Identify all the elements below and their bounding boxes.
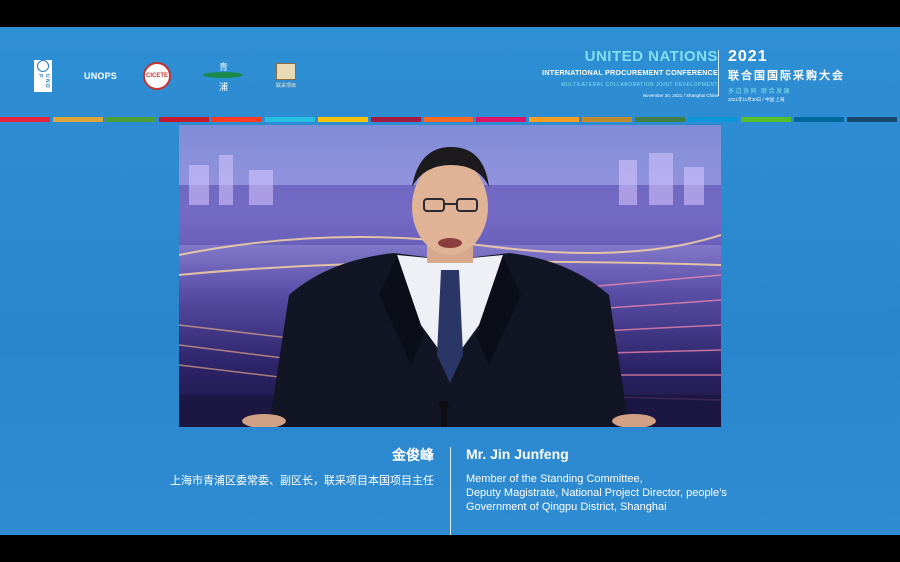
conference-title-zh: 2021 联合国国际采购大会 多边协同 联合发展 2021年11月30日 / 中… xyxy=(728,47,845,103)
conference-subtitle: INTERNATIONAL PROCUREMENT CONFERENCE xyxy=(542,68,718,77)
speaker-title-english: Member of the Standing Committee, Deputy… xyxy=(466,472,796,514)
speaker-title-line-2: Deputy Magistrate, National Project Dire… xyxy=(466,487,727,499)
caption-divider xyxy=(450,447,451,535)
conference-year: 2021 xyxy=(728,48,768,65)
conference-title-en: UNITED NATIONS INTERNATIONAL PROCUREMENT… xyxy=(542,47,718,98)
cicete-logo-text: CICETE xyxy=(146,73,169,79)
conference-date: November 30, 2021 / Shanghai China xyxy=(642,93,718,98)
unops-logo-text: UNOPS xyxy=(84,71,118,81)
video-scene xyxy=(179,147,721,427)
strip-segment xyxy=(0,117,50,122)
speaker-name-english: Mr. Jin Junfeng xyxy=(466,446,569,462)
seal-logo-text: 联采项目 xyxy=(276,83,297,89)
undp-logo: U N D P xyxy=(34,60,52,92)
strip-segment xyxy=(105,117,156,122)
conference-title: UNITED NATIONS xyxy=(584,48,718,65)
strip-segment xyxy=(741,117,792,122)
sdg-color-strip xyxy=(0,117,900,122)
speaker-title-line-1: Member of the Standing Committee, xyxy=(466,473,643,485)
strip-segment xyxy=(317,117,368,122)
strip-segment xyxy=(794,117,844,122)
conference-motto-chinese: 多边协同 联合发展 xyxy=(728,89,792,95)
speaker-name-chinese: 金俊峰 xyxy=(392,447,434,463)
un-globe-icon xyxy=(37,60,49,72)
strip-segment xyxy=(264,117,315,122)
strip-segment xyxy=(635,117,686,122)
conference-title-block: UNITED NATIONS INTERNATIONAL PROCUREMENT… xyxy=(540,47,870,117)
strip-segment xyxy=(476,117,527,122)
conference-title-chinese: 联合国国际采购大会 xyxy=(728,70,845,82)
strip-segment xyxy=(529,117,580,122)
strip-segment xyxy=(582,117,633,122)
strip-segment xyxy=(158,117,209,122)
strip-segment xyxy=(688,117,739,122)
strip-segment xyxy=(847,117,897,122)
speaker-video xyxy=(179,125,721,427)
conference-motto: MULTILATERAL COLLABORATION JOINT DEVELOP… xyxy=(561,82,718,88)
speaker-title-chinese: 上海市青浦区委常委、副区长，联采项目本国项目主任 xyxy=(170,475,434,487)
cicete-logo: CICETE xyxy=(143,62,172,90)
strip-segment xyxy=(423,117,474,122)
seal-logo: 联采项目 xyxy=(275,63,297,89)
strip-segment xyxy=(52,117,103,122)
strip-segment xyxy=(370,117,421,122)
sponsor-logos: U N D P UNOPS CICETE 青 浦 联采项目 xyxy=(34,60,297,93)
undp-logo-text: U N D P xyxy=(37,73,50,88)
conference-date-chinese: 2021年11月30日 / 中国·上海 xyxy=(728,97,785,102)
speaker-title-line-3: Government of Qingpu District, Shanghai xyxy=(466,501,667,513)
conference-divider xyxy=(718,50,719,96)
qingpu-logo-mark xyxy=(203,72,244,78)
qingpu-logo: 青 浦 xyxy=(203,60,244,93)
unops-logo: UNOPS xyxy=(84,71,117,81)
qingpu-logo-glyph-2: 浦 xyxy=(219,83,229,93)
seal-icon xyxy=(276,63,297,80)
conference-frame: U N D P UNOPS CICETE 青 浦 联采项目 UNITED NAT… xyxy=(0,27,900,535)
strip-segment xyxy=(211,117,262,122)
